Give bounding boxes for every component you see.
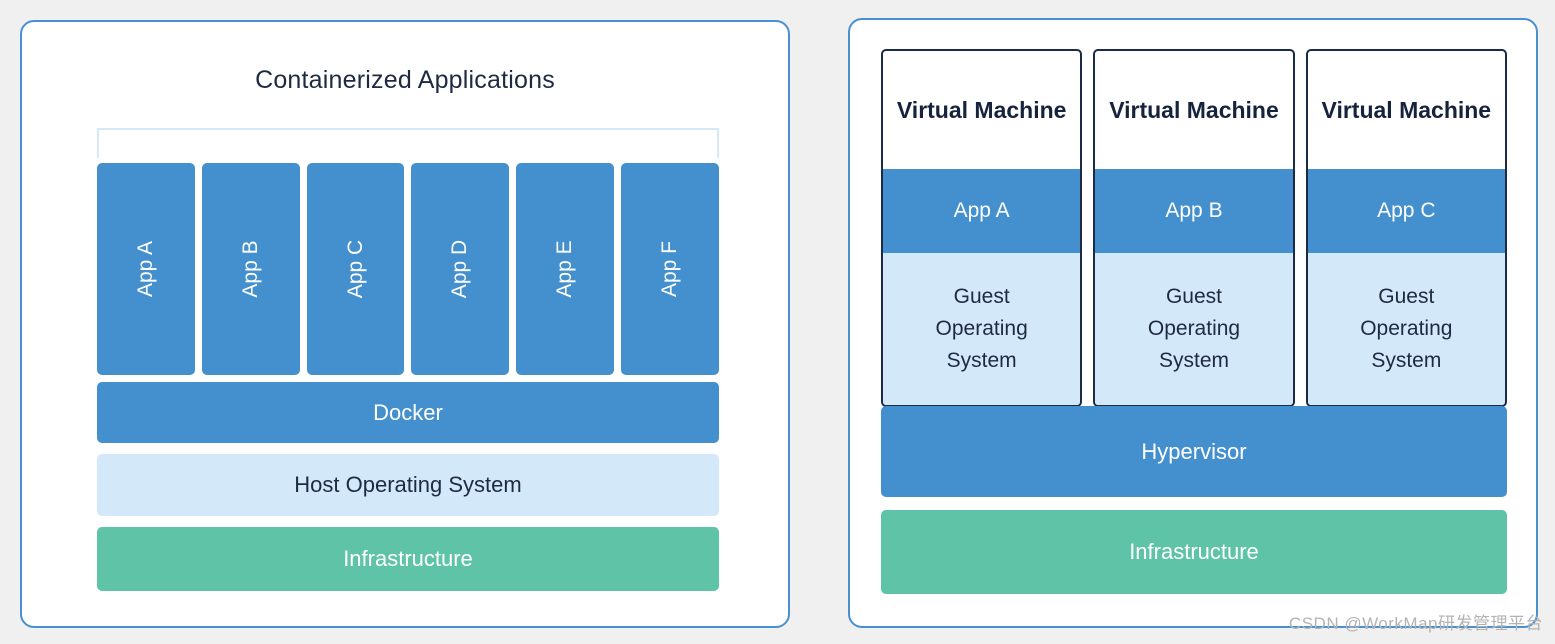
infrastructure-layer[interactable]: Infrastructure — [881, 510, 1507, 594]
vm-guest-os-layer[interactable]: Guest Operating System — [1095, 253, 1293, 405]
vm-title: Virtual Machine — [1321, 96, 1492, 123]
vm-title: Virtual Machine — [896, 96, 1067, 123]
page-title: Containerized Applications — [255, 66, 555, 94]
virtual-machine-box[interactable]: Virtual Machine App B Guest Operating Sy… — [1093, 49, 1295, 407]
app-column-label: App A — [133, 240, 157, 298]
app-column-label: App C — [343, 239, 367, 299]
app-column-label: App D — [448, 239, 472, 299]
docker-layer[interactable]: Docker — [97, 382, 719, 443]
app-column[interactable]: App D — [411, 163, 510, 375]
virtual-machines-panel: Virtual Machine App A Guest Operating Sy… — [848, 18, 1538, 628]
app-column[interactable]: App C — [306, 163, 405, 375]
vm-guest-os-layer[interactable]: Guest Operating System — [883, 253, 1081, 405]
app-column[interactable]: App E — [516, 163, 615, 375]
app-column-label: App B — [238, 240, 262, 298]
container-bracket — [97, 128, 719, 158]
vm-app-layer[interactable]: App B — [1095, 169, 1293, 253]
hypervisor-layer[interactable]: Hypervisor — [881, 406, 1507, 497]
containers-panel: Containerized Applications App A App B A… — [20, 20, 790, 628]
watermark-text: CSDN @WorkMap研发管理平台 — [1288, 614, 1543, 633]
virtual-machine-box[interactable]: Virtual Machine App A Guest Operating Sy… — [881, 49, 1083, 407]
vm-title: Virtual Machine — [1109, 96, 1279, 123]
app-column[interactable]: App B — [201, 163, 300, 375]
vm-row: Virtual Machine App A Guest Operating Sy… — [881, 49, 1507, 407]
infrastructure-layer[interactable]: Infrastructure — [97, 527, 719, 591]
host-operating-system-layer[interactable]: Host Operating System — [97, 454, 719, 516]
virtual-machine-box[interactable]: Virtual Machine App C Guest Operating Sy… — [1305, 49, 1507, 407]
vm-guest-os-layer[interactable]: Guest Operating System — [1307, 253, 1505, 405]
app-columns-group: App A App B App C App D App E App F — [97, 163, 719, 375]
app-column-label: App E — [553, 240, 577, 298]
vm-app-layer[interactable]: App C — [1307, 169, 1505, 253]
vm-app-layer[interactable]: App A — [883, 169, 1081, 253]
app-column-label: App F — [658, 240, 682, 298]
app-column[interactable]: App A — [97, 163, 195, 375]
app-column[interactable]: App F — [621, 163, 719, 375]
